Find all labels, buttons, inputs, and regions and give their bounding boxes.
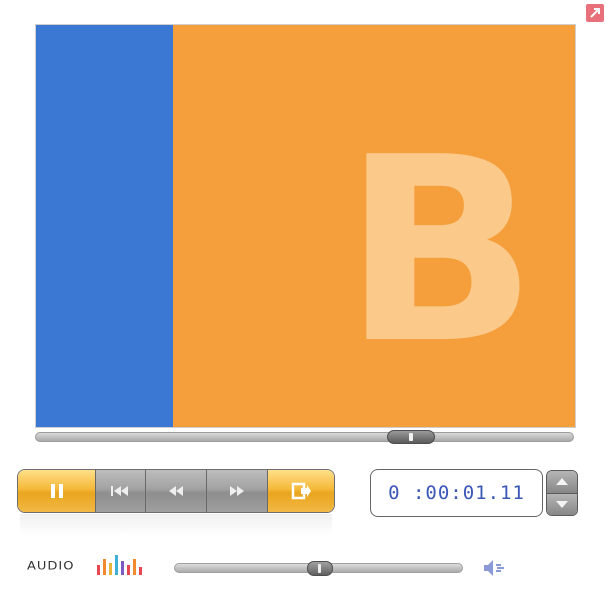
rewind-button[interactable]	[146, 470, 207, 512]
popout-icon[interactable]	[586, 4, 604, 22]
fast-forward-icon	[230, 486, 244, 496]
pause-icon	[50, 484, 63, 498]
seek-thumb[interactable]	[386, 430, 435, 444]
fast-forward-button[interactable]	[207, 470, 268, 512]
speaker-icon[interactable]	[482, 558, 512, 578]
equalizer-icon	[97, 555, 142, 575]
time-spinner	[546, 470, 578, 516]
spinner-down-button[interactable]	[547, 492, 577, 515]
exit-icon	[291, 482, 311, 500]
skip-back-icon	[110, 486, 128, 496]
video-display[interactable]: B	[35, 24, 576, 428]
slide-letter: B	[343, 103, 537, 400]
controls-reflection	[20, 514, 332, 536]
spinner-up-button[interactable]	[547, 471, 577, 493]
time-display: 0 :00:01.11	[370, 469, 543, 517]
transport-controls	[17, 469, 335, 513]
slide-left-panel	[36, 25, 173, 427]
chevron-down-icon	[556, 500, 568, 508]
chevron-up-icon	[556, 478, 568, 486]
volume-thumb[interactable]	[306, 561, 333, 576]
audio-label: AUDIO	[27, 560, 75, 573]
pause-button[interactable]	[18, 470, 96, 512]
rewind-icon	[169, 486, 183, 496]
volume-slider[interactable]	[174, 561, 463, 576]
seek-bar[interactable]	[35, 430, 574, 444]
skip-to-start-button[interactable]	[96, 470, 146, 512]
exit-button[interactable]	[268, 470, 334, 512]
